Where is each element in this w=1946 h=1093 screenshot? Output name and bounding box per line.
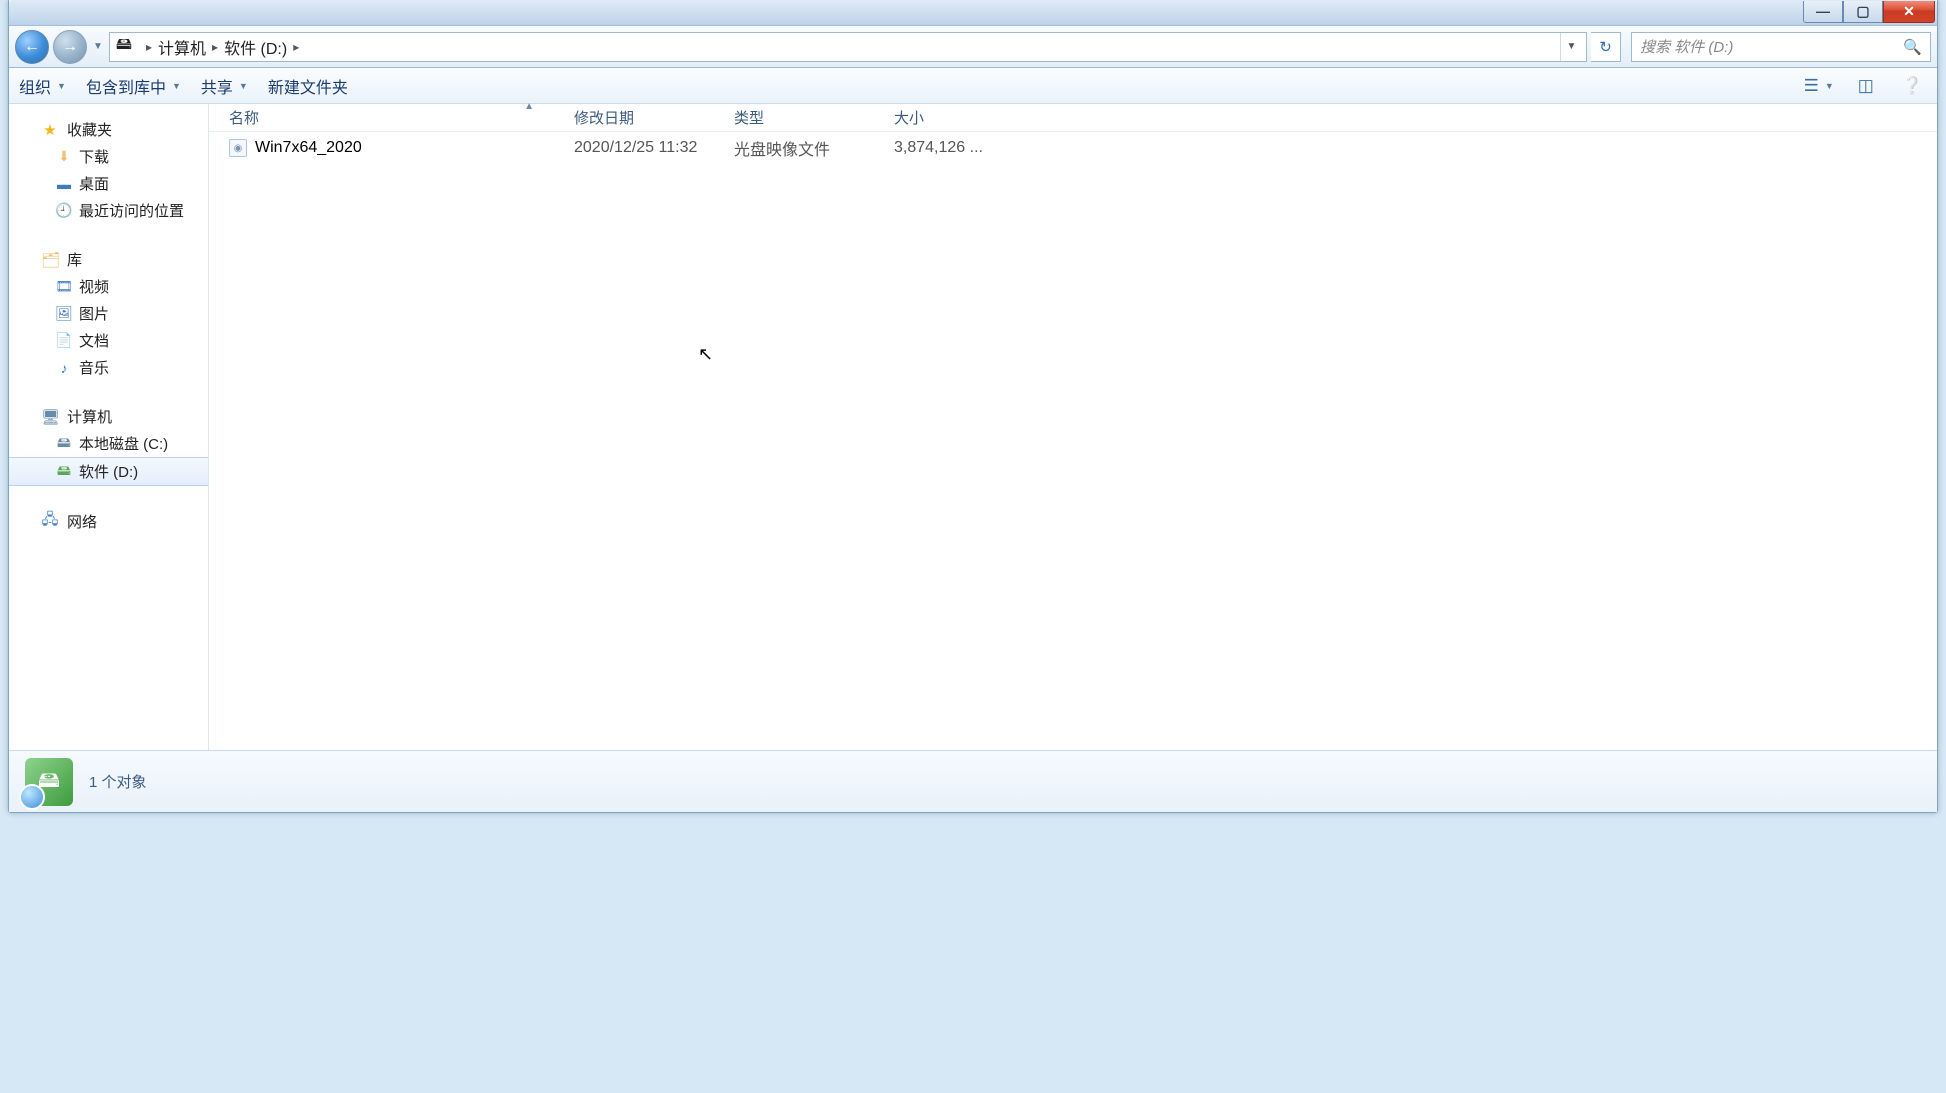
file-name-cell: ◉ Win7x64_2020	[229, 139, 574, 157]
libraries-group: 🗂 库 🎞 视频 🖼 图片 📄 文档 ♪ 音乐	[9, 246, 208, 381]
star-icon: ★	[41, 121, 59, 139]
recent-icon: 🕘	[55, 202, 73, 219]
chevron-down-icon: ▼	[172, 81, 181, 91]
sidebar-item-desktop[interactable]: ▬ 桌面	[9, 170, 208, 197]
forward-arrow-icon: →	[62, 38, 78, 56]
breadcrumb-computer[interactable]: 计算机	[158, 35, 206, 59]
minimize-icon: —	[1816, 4, 1830, 18]
back-button[interactable]: ←	[15, 30, 49, 64]
sidebar-item-music[interactable]: ♪ 音乐	[9, 354, 208, 381]
content-area: ★ 收藏夹 ⬇ 下载 ▬ 桌面 🕘 最近访问的位置 🗂	[9, 104, 1937, 750]
maximize-icon: ▢	[1856, 4, 1869, 18]
refresh-icon: ↻	[1599, 38, 1612, 56]
address-bar[interactable]: 🖴 ▸ 计算机 ▸ 软件 (D:) ▸ ▼	[109, 32, 1587, 62]
organize-label: 组织	[19, 74, 51, 98]
music-icon: ♪	[55, 360, 73, 376]
column-size[interactable]: 大小	[894, 107, 994, 128]
share-menu[interactable]: 共享 ▼	[201, 74, 248, 98]
column-name[interactable]: 名称 ▲	[229, 107, 574, 128]
chevron-down-icon: ▼	[57, 81, 66, 91]
computer-group: 🖥 计算机 🖴 本地磁盘 (C:) 🖴 软件 (D:)	[9, 403, 208, 486]
file-row[interactable]: ◉ Win7x64_2020 2020/12/25 11:32 光盘映像文件 3…	[209, 132, 1937, 164]
cursor-icon: ↖	[698, 344, 713, 365]
drive-icon: 🖴	[114, 37, 134, 57]
view-mode-button[interactable]: ☰ ▼	[1800, 76, 1834, 96]
help-button[interactable]: ❔	[1898, 76, 1927, 96]
sidebar-item-videos[interactable]: 🎞 视频	[9, 273, 208, 300]
library-icon: 🗂	[41, 251, 59, 269]
explorer-window: — ▢ ✕ ← → ▼ 🖴 ▸ 计算机 ▸ 软件 (D:) ▸ ▼ ↻ 搜索 软…	[8, 0, 1938, 813]
status-bar: 🖴 1 个对象	[9, 750, 1937, 812]
network-icon: 🖧	[41, 509, 59, 534]
network-header[interactable]: 🖧 网络	[9, 508, 208, 535]
libraries-header[interactable]: 🗂 库	[9, 246, 208, 273]
include-in-library-menu[interactable]: 包含到库中 ▼	[86, 74, 181, 98]
window-controls: — ▢ ✕	[1803, 1, 1935, 23]
close-icon: ✕	[1903, 4, 1915, 18]
sidebar-item-documents[interactable]: 📄 文档	[9, 327, 208, 354]
file-date-cell: 2020/12/25 11:32	[574, 139, 734, 157]
sidebar-item-downloads[interactable]: ⬇ 下载	[9, 143, 208, 170]
file-name: Win7x64_2020	[255, 139, 362, 157]
back-arrow-icon: ←	[24, 38, 40, 56]
video-icon: 🎞	[55, 278, 73, 295]
search-box[interactable]: 搜索 软件 (D:) 🔍	[1631, 32, 1931, 62]
include-in-library-label: 包含到库中	[86, 74, 166, 98]
drive-icon: 🖴	[55, 460, 73, 484]
share-label: 共享	[201, 74, 233, 98]
breadcrumb-sep-icon: ▸	[140, 40, 158, 54]
search-placeholder: 搜索 软件 (D:)	[1640, 36, 1733, 57]
file-type-cell: 光盘映像文件	[734, 136, 894, 160]
file-list: 名称 ▲ 修改日期 类型 大小 ◉ Win7x64_2020 2020/12/2…	[209, 104, 1937, 750]
titlebar: — ▢ ✕	[9, 0, 1937, 26]
navigation-bar: ← → ▼ 🖴 ▸ 计算机 ▸ 软件 (D:) ▸ ▼ ↻ 搜索 软件 (D:)…	[9, 26, 1937, 68]
new-folder-button[interactable]: 新建文件夹	[268, 74, 348, 98]
network-group: 🖧 网络	[9, 508, 208, 535]
sidebar-item-recent[interactable]: 🕘 最近访问的位置	[9, 197, 208, 224]
breadcrumb-drive[interactable]: 软件 (D:)	[224, 35, 287, 59]
sidebar-item-drive-c[interactable]: 🖴 本地磁盘 (C:)	[9, 430, 208, 457]
new-folder-label: 新建文件夹	[268, 74, 348, 98]
status-text: 1 个对象	[89, 771, 147, 792]
navigation-pane: ★ 收藏夹 ⬇ 下载 ▬ 桌面 🕘 最近访问的位置 🗂	[9, 104, 209, 750]
drive-large-icon: 🖴	[25, 758, 73, 806]
favorites-header[interactable]: ★ 收藏夹	[9, 116, 208, 143]
forward-button[interactable]: →	[53, 30, 87, 64]
picture-icon: 🖼	[55, 305, 73, 322]
breadcrumb-sep-icon: ▸	[206, 40, 224, 54]
list-view-icon: ☰	[1800, 76, 1823, 96]
close-button[interactable]: ✕	[1883, 1, 1935, 23]
search-icon: 🔍	[1903, 38, 1922, 56]
maximize-button[interactable]: ▢	[1843, 1, 1883, 23]
history-dropdown[interactable]: ▼	[91, 41, 105, 52]
drive-icon: 🖴	[55, 432, 73, 456]
sidebar-item-pictures[interactable]: 🖼 图片	[9, 300, 208, 327]
computer-header[interactable]: 🖥 计算机	[9, 403, 208, 430]
address-dropdown-icon[interactable]: ▼	[1560, 33, 1582, 61]
iso-file-icon: ◉	[229, 139, 247, 157]
minimize-button[interactable]: —	[1803, 1, 1843, 23]
breadcrumb-sep-icon: ▸	[287, 40, 305, 54]
favorites-group: ★ 收藏夹 ⬇ 下载 ▬ 桌面 🕘 最近访问的位置	[9, 116, 208, 224]
desktop-icon: ▬	[55, 176, 73, 192]
document-icon: 📄	[55, 332, 73, 349]
sort-ascending-icon: ▲	[524, 101, 534, 112]
preview-pane-button[interactable]: ◫	[1854, 76, 1878, 96]
downloads-icon: ⬇	[55, 148, 73, 165]
organize-menu[interactable]: 组织 ▼	[19, 74, 66, 98]
chevron-down-icon: ▼	[239, 81, 248, 91]
toolbar: 组织 ▼ 包含到库中 ▼ 共享 ▼ 新建文件夹 ☰ ▼ ◫ ❔	[9, 68, 1937, 104]
file-size-cell: 3,874,126 ...	[894, 139, 994, 157]
computer-icon: 🖥	[41, 408, 59, 426]
column-headers: 名称 ▲ 修改日期 类型 大小	[209, 104, 1937, 132]
chevron-down-icon: ▼	[1825, 81, 1834, 91]
refresh-button[interactable]: ↻	[1591, 32, 1621, 62]
column-type[interactable]: 类型	[734, 107, 894, 128]
column-date[interactable]: 修改日期	[574, 107, 734, 128]
sidebar-item-drive-d[interactable]: 🖴 软件 (D:)	[9, 457, 208, 486]
